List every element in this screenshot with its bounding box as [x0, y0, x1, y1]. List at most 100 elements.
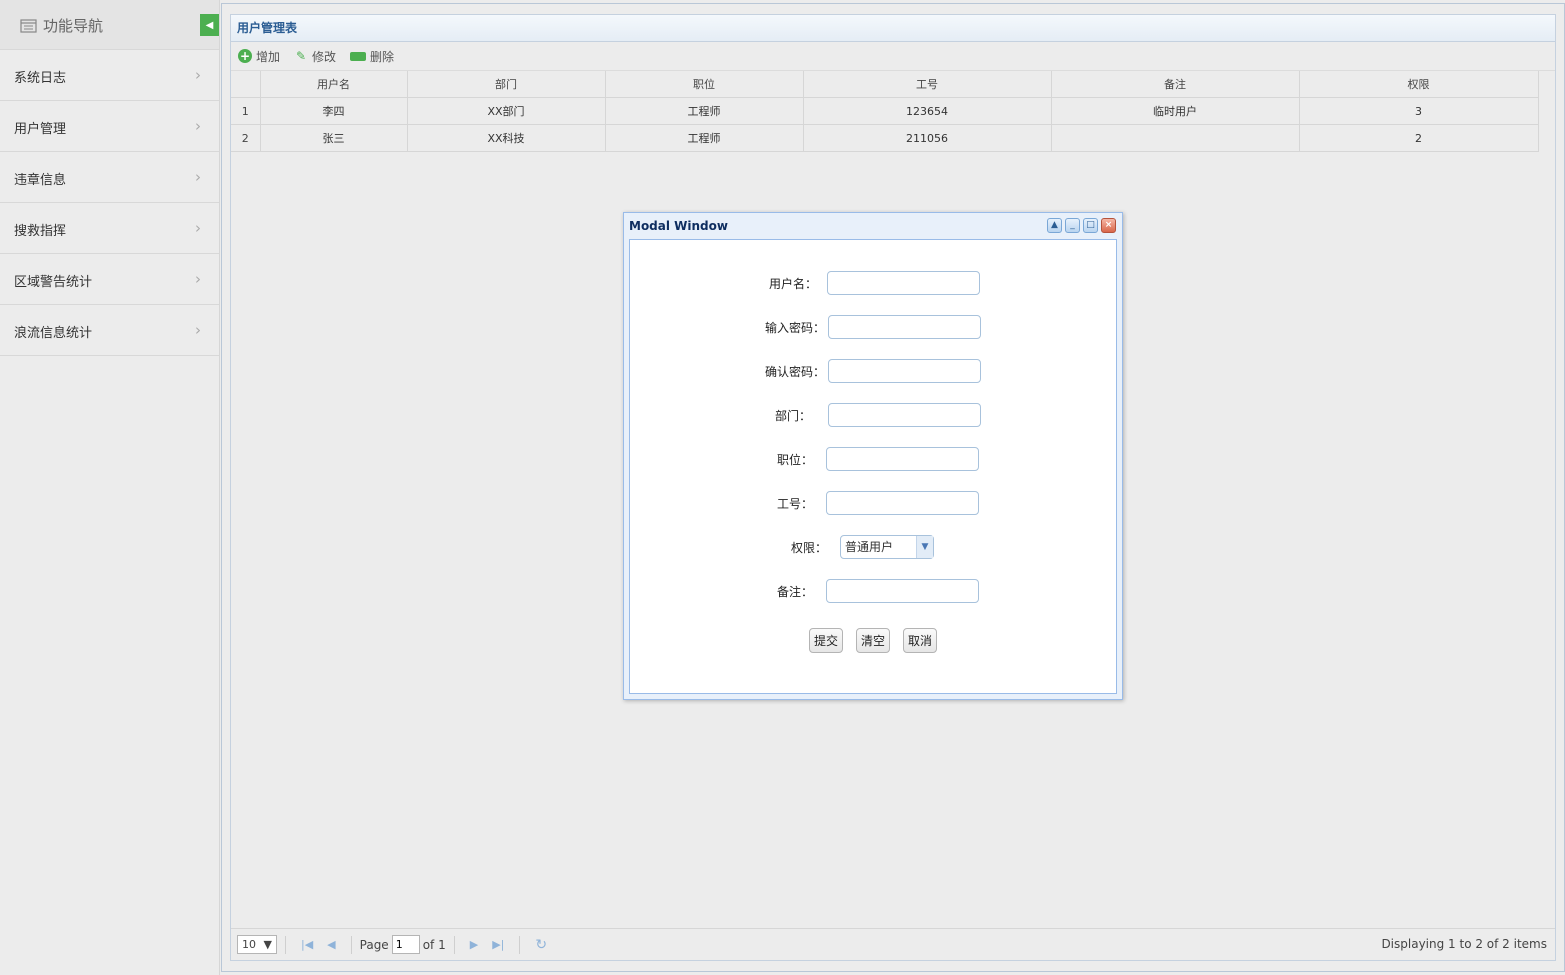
pagination-bar: 10 ▼ |◀ ◀ Page of 1 ▶ ▶| ↻ Displaying 1 … [231, 928, 1555, 960]
sidebar-title-text: 功能导航 [43, 17, 104, 35]
delete-button[interactable]: 删除 [350, 48, 394, 65]
minimize-icon[interactable]: _ [1065, 218, 1080, 233]
toolbar: + 增加 ✎ 修改 删除 [231, 42, 1555, 71]
cell-dept: XX部门 [407, 97, 606, 125]
sidebar-item-user-management[interactable]: 用户管理 › [0, 101, 219, 152]
sidebar-item-label: 浪流信息统计 [14, 326, 93, 341]
last-page-icon[interactable]: ▶| [492, 938, 504, 951]
row-number: 2 [231, 124, 261, 152]
form-row-username: 用户名： [630, 271, 1116, 295]
prev-page-icon[interactable]: ◀ [327, 938, 335, 951]
chevron-right-icon: › [195, 66, 201, 84]
username-input[interactable] [827, 271, 980, 295]
dept-input[interactable] [828, 403, 981, 427]
collapse-left-icon: ◀ [205, 19, 214, 31]
separator [350, 935, 352, 954]
remark-input[interactable] [826, 579, 979, 603]
cell-permission: 2 [1299, 124, 1539, 152]
page-number-input[interactable] [391, 935, 420, 954]
column-header[interactable]: 备注 [1051, 71, 1300, 98]
chevron-right-icon: › [195, 219, 201, 237]
confirm-password-input[interactable] [828, 359, 981, 383]
sidebar-item-label: 违章信息 [14, 173, 67, 188]
table-row[interactable]: 2 张三 XX科技 工程师 211056 2 [231, 124, 1539, 152]
form-row-permission: 权限： 普通用户 ▼ [630, 535, 1116, 559]
cell-dept: XX科技 [407, 124, 606, 152]
refresh-icon[interactable]: ↻ [535, 937, 547, 953]
form-row-confirm: 确认密码： [630, 359, 1116, 383]
column-header[interactable]: 用户名 [260, 71, 408, 98]
permission-select[interactable]: 普通用户 ▼ [840, 535, 934, 559]
chevron-right-icon: › [195, 168, 201, 186]
sidebar-item-label: 区域警告统计 [14, 275, 93, 290]
password-label: 输入密码： [765, 321, 826, 335]
position-label: 职位： [777, 453, 814, 467]
sidebar-item-wave-current-stats[interactable]: 浪流信息统计 › [0, 305, 219, 356]
edit-button[interactable]: ✎ 修改 [294, 48, 336, 65]
chevron-right-icon: › [195, 321, 201, 339]
cell-position: 工程师 [605, 124, 804, 152]
sidebar: 功能导航 ◀ 系统日志 › 用户管理 › 违章信息 › 搜救指挥 › 区域警告统… [0, 0, 220, 975]
row-number: 1 [231, 97, 261, 125]
column-header[interactable]: 权限 [1299, 71, 1539, 98]
user-table: 用户名 部门 职位 工号 备注 权限 1 李四 XX部门 工程师 123654 … [231, 71, 1539, 152]
permission-label: 权限： [791, 541, 828, 555]
next-page-icon[interactable]: ▶ [470, 938, 478, 951]
cell-username: 张三 [260, 124, 408, 152]
sidebar-item-system-log[interactable]: 系统日志 › [0, 50, 219, 101]
sidebar-item-rescue-command[interactable]: 搜救指挥 › [0, 203, 219, 254]
cell-remark: 临时用户 [1051, 97, 1300, 125]
form-row-dept: 部门： [630, 403, 1116, 427]
table-row[interactable]: 1 李四 XX部门 工程师 123654 临时用户 3 [231, 97, 1539, 125]
password-input[interactable] [828, 315, 981, 339]
pagination-info: Displaying 1 to 2 of 2 items [1381, 937, 1547, 951]
column-header[interactable]: 部门 [407, 71, 606, 98]
cell-empno: 123654 [803, 97, 1052, 125]
cancel-button[interactable]: 取消 [903, 628, 937, 653]
maximize-icon[interactable]: □ [1083, 218, 1098, 233]
form-row-position: 职位： [630, 447, 1116, 471]
modal-title: Modal Window [629, 219, 728, 233]
page-size-select[interactable]: 10 ▼ [237, 935, 277, 954]
calendar-icon [20, 19, 37, 33]
column-header[interactable]: 工号 [803, 71, 1052, 98]
remark-label: 备注： [777, 585, 814, 599]
empno-input[interactable] [826, 491, 979, 515]
close-icon[interactable]: × [1101, 218, 1116, 233]
add-button[interactable]: + 增加 [238, 48, 280, 65]
form-row-empno: 工号： [630, 491, 1116, 515]
confirm-password-label: 确认密码： [765, 365, 826, 379]
separator [453, 935, 455, 954]
submit-button[interactable]: 提交 [809, 628, 843, 653]
sidebar-item-area-warning-stats[interactable]: 区域警告统计 › [0, 254, 219, 305]
add-label: 增加 [256, 49, 281, 64]
modal-window: Modal Window ▲ _ □ × 用户名： 输入密码： 确认密码： 部门… [623, 212, 1123, 700]
chevron-right-icon: › [195, 270, 201, 288]
position-input[interactable] [826, 447, 979, 471]
panel-title: 用户管理表 [231, 15, 1555, 42]
sidebar-item-violations[interactable]: 违章信息 › [0, 152, 219, 203]
sidebar-collapse-button[interactable]: ◀ [200, 14, 219, 36]
empno-label: 工号： [777, 497, 814, 511]
delete-label: 删除 [370, 49, 395, 64]
sidebar-title: 功能导航 [20, 15, 103, 36]
cell-empno: 211056 [803, 124, 1052, 152]
separator [285, 935, 286, 954]
permission-selected-value: 普通用户 [845, 540, 894, 554]
cell-permission: 3 [1299, 97, 1539, 125]
clear-button[interactable]: 清空 [856, 628, 890, 653]
separator [519, 935, 521, 954]
collapse-up-icon[interactable]: ▲ [1047, 218, 1062, 233]
column-header[interactable]: 职位 [605, 71, 804, 98]
page-label: Page [359, 937, 389, 952]
first-page-icon[interactable]: |◀ [301, 938, 313, 951]
plus-icon: + [238, 49, 252, 63]
sidebar-header: 功能导航 ◀ [0, 0, 219, 50]
form-row-remark: 备注： [630, 579, 1116, 603]
sidebar-item-label: 搜救指挥 [14, 224, 67, 239]
chevron-down-icon: ▼ [916, 536, 933, 558]
page-of-label: of 1 [422, 937, 446, 952]
rownum-header [231, 71, 261, 98]
modal-header[interactable]: Modal Window ▲ _ □ × [624, 213, 1122, 238]
cell-username: 李四 [260, 97, 408, 125]
